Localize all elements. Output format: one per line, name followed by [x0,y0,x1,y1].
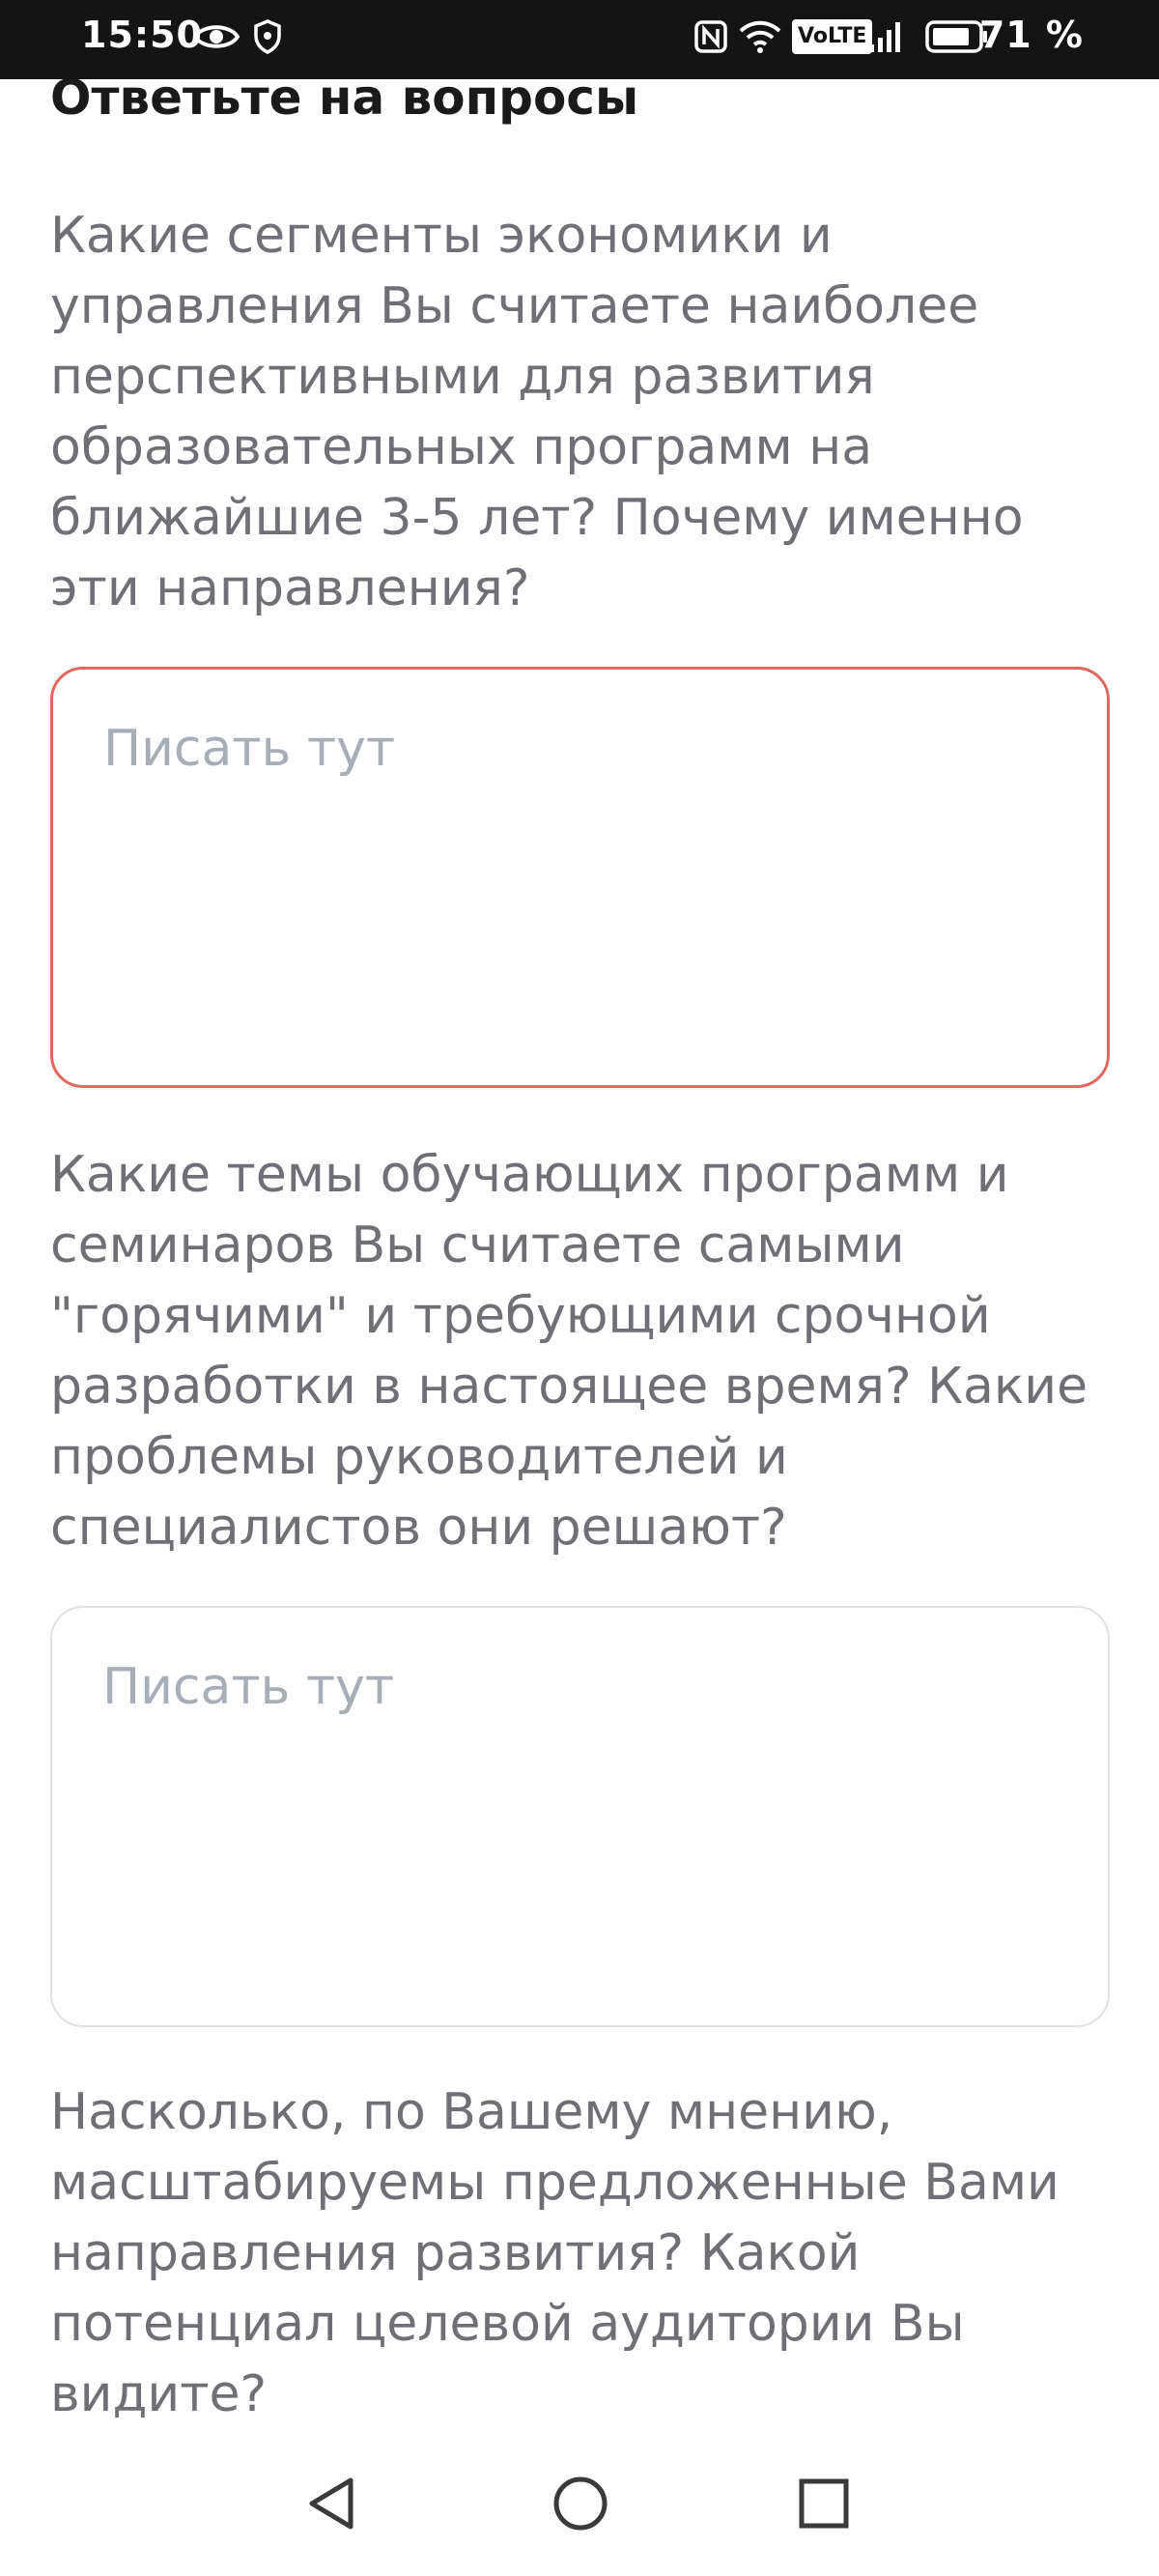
volte-icon: VoLTE [792,19,873,54]
wifi-icon [738,14,782,60]
status-time: 15:50 [81,14,203,56]
home-icon [553,2476,608,2531]
vpn-shield-icon [253,14,282,60]
battery-percent: 71 % [978,14,1084,56]
eye-icon [193,14,240,60]
recents-icon [799,2478,849,2529]
question-3-text: Насколько, по Вашему мнению, масштабируе… [50,2083,1060,2423]
recents-button[interactable] [790,2470,858,2537]
answer-2-field[interactable] [50,1606,1110,2027]
question-1-text: Какие сегменты экономики и управления Вы… [50,207,1024,617]
status-bar: 15:50 VoLTE 71 % [0,0,1159,79]
nfc-icon [693,14,728,60]
answer-1-field[interactable] [50,667,1110,1088]
back-icon [309,2477,353,2530]
question-2-text: Какие темы обучающих программ и семинаро… [50,1146,1088,1557]
home-button[interactable] [547,2470,614,2537]
signal-icon [867,14,906,60]
screen: Ответьте на вопросы Какие сегменты эконо… [0,0,1159,2576]
back-button[interactable] [297,2470,365,2537]
navigation-bar [0,2435,1159,2576]
